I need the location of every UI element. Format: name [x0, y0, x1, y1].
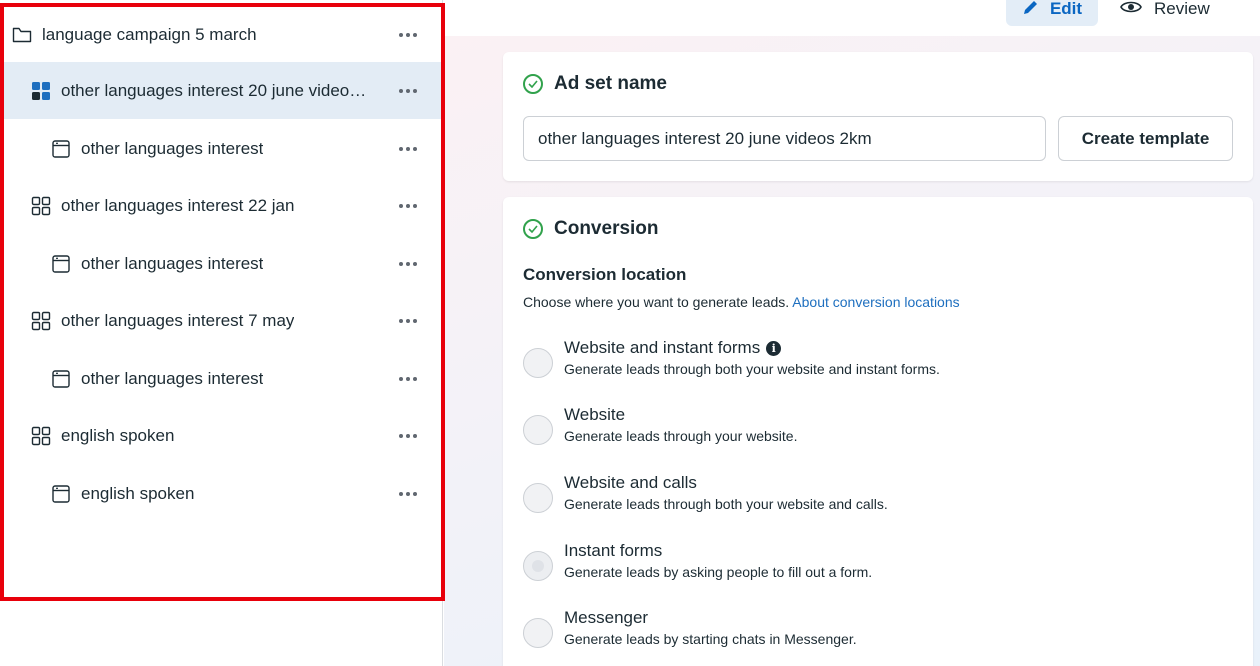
option-website-and-calls[interactable]: Website and calls Generate leads through… — [523, 473, 1223, 530]
conversion-location-sub: Choose where you want to generate leads. — [523, 294, 790, 310]
option-description: Generate leads by starting chats in Mess… — [564, 631, 857, 647]
option-instant-forms[interactable]: Instant forms Generate leads by asking p… — [523, 541, 1223, 598]
more-options-icon[interactable] — [399, 318, 417, 323]
radio-button-disabled[interactable] — [523, 551, 553, 581]
tree-item-ad[interactable]: other languages interest — [4, 235, 441, 292]
more-options-icon[interactable] — [399, 261, 417, 266]
ad-set-icon — [31, 81, 51, 101]
review-button[interactable]: Review — [1120, 0, 1230, 26]
option-title: Website and calls — [564, 473, 697, 492]
tree-item-adset-selected[interactable]: other languages interest 20 june videos … — [4, 62, 441, 119]
option-title: Website and instant forms i — [564, 338, 782, 358]
ad-set-name-title: Ad set name — [554, 73, 667, 94]
option-messenger[interactable]: Messenger Generate leads by starting cha… — [523, 608, 1223, 665]
pencil-icon — [1022, 0, 1040, 21]
option-title: Instant forms — [564, 541, 663, 560]
check-circle-icon — [523, 219, 543, 239]
more-options-icon[interactable] — [399, 376, 417, 381]
folder-icon — [12, 25, 32, 45]
about-conversion-locations-link[interactable]: About conversion locations — [792, 294, 959, 310]
tree-item-label: language campaign 5 march — [42, 24, 257, 44]
tree-item-label: english spoken — [81, 483, 195, 503]
option-title: Website — [564, 405, 626, 424]
ad-icon — [51, 139, 71, 159]
review-label: Review — [1154, 0, 1210, 18]
radio-button[interactable] — [523, 483, 553, 513]
more-options-icon[interactable] — [399, 203, 417, 208]
radio-button[interactable] — [523, 415, 553, 445]
tree-item-label: other languages interest — [81, 253, 264, 273]
option-title: Messenger — [564, 608, 649, 627]
info-icon[interactable]: i — [766, 340, 782, 356]
ad-icon — [51, 484, 71, 504]
check-circle-icon — [523, 74, 543, 94]
conversion-location-heading: Conversion location — [523, 265, 687, 284]
option-description: Generate leads through both your website… — [564, 361, 940, 377]
conversion-heading: Conversion — [523, 218, 659, 240]
option-description: Generate leads through both your website… — [564, 496, 888, 512]
conversion-card: Conversion Conversion location Choose wh… — [503, 197, 1253, 666]
tree-item-campaign[interactable]: language campaign 5 march — [4, 6, 441, 63]
option-description: Generate leads through your website. — [564, 428, 798, 444]
tree-item-adset[interactable]: other languages interest 22 jan — [4, 177, 441, 234]
ad-icon — [51, 254, 71, 274]
tree-item-adset[interactable]: other languages interest 7 may — [4, 292, 441, 349]
option-title-text: Website and instant forms — [564, 338, 761, 357]
tree-item-adset[interactable]: english spoken — [4, 407, 441, 464]
ad-set-name-heading: Ad set name — [523, 73, 667, 95]
tree-item-label: other languages interest — [81, 138, 264, 158]
ad-set-icon — [31, 426, 51, 446]
tree-item-ad[interactable]: english spoken — [4, 465, 441, 522]
ad-set-icon — [31, 196, 51, 216]
option-website[interactable]: Website Generate leads through your webs… — [523, 405, 1223, 462]
more-options-icon[interactable] — [399, 433, 417, 438]
tree-item-ad[interactable]: other languages interest — [4, 350, 441, 407]
conversion-title: Conversion — [554, 218, 659, 239]
conversion-location-description: Choose where you want to generate leads.… — [523, 294, 960, 310]
option-description: Generate leads by asking people to fill … — [564, 564, 873, 580]
more-options-icon[interactable] — [399, 146, 417, 151]
tree-item-label: other languages interest 22 jan — [61, 195, 295, 215]
ad-set-name-card: Ad set name Create template — [503, 52, 1253, 181]
option-website-and-instant-forms[interactable]: Website and instant forms i Generate lea… — [523, 338, 1223, 395]
tree-item-label: other languages interest — [81, 368, 264, 388]
radio-button[interactable] — [523, 348, 553, 378]
more-options-icon[interactable] — [399, 491, 417, 496]
more-options-icon[interactable] — [399, 32, 417, 37]
edit-label: Edit — [1049, 0, 1083, 18]
create-template-button[interactable]: Create template — [1058, 116, 1233, 161]
campaign-tree: language campaign 5 march other language… — [0, 0, 443, 666]
radio-button[interactable] — [523, 618, 553, 648]
tree-item-ad[interactable]: other languages interest — [4, 120, 441, 177]
eye-icon — [1120, 0, 1142, 20]
tree-item-label: english spoken — [61, 425, 175, 445]
tree-item-label: other languages interest 7 may — [61, 310, 295, 330]
ad-icon — [51, 369, 71, 389]
ad-set-icon — [31, 311, 51, 331]
more-options-icon[interactable] — [399, 88, 417, 93]
tree-item-label: other languages interest 20 june videos … — [61, 80, 373, 100]
edit-button[interactable]: Edit — [1006, 0, 1098, 26]
ad-set-name-input[interactable] — [523, 116, 1046, 161]
